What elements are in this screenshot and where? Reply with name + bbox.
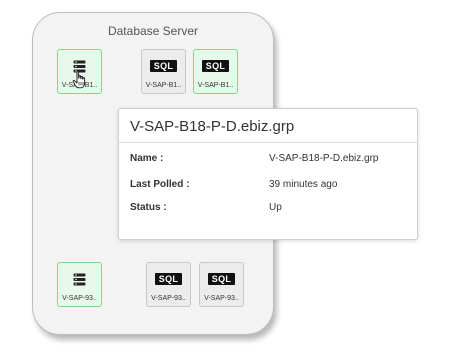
- server-node[interactable]: V-SAP-93..: [57, 262, 102, 307]
- tooltip-divider: [119, 142, 417, 143]
- name-value: V-SAP-B18-P-D.ebiz.grp: [269, 153, 379, 164]
- node-label: V-SAP-93..: [62, 295, 97, 302]
- node-label: V-SAP-B1..: [145, 82, 182, 89]
- node-tooltip: V-SAP-B18-P-D.ebiz.grp Name : V-SAP-B18-…: [118, 108, 418, 240]
- last-polled-key: Last Polled :: [130, 179, 190, 190]
- sql-node[interactable]: SQL V-SAP-93..: [146, 262, 191, 307]
- status-value: Up: [269, 202, 282, 213]
- tooltip-row-name: Name : V-SAP-B18-P-D.ebiz.grp: [130, 153, 407, 167]
- tooltip-row-last-polled: Last Polled : 39 minutes ago: [130, 179, 407, 193]
- sql-node[interactable]: SQL V-SAP-B1..: [141, 49, 186, 94]
- sql-node[interactable]: SQL V-SAP-93..: [199, 262, 244, 307]
- tooltip-title: V-SAP-B18-P-D.ebiz.grp: [130, 118, 295, 135]
- server-stack-icon: [73, 273, 86, 286]
- sql-icon: SQL: [154, 273, 183, 285]
- node-label: V-SAP-93..: [204, 295, 239, 302]
- server-node[interactable]: V-SAP-B1..: [57, 49, 102, 94]
- node-label: V-SAP-B1..: [197, 82, 234, 89]
- status-key: Status :: [130, 202, 167, 213]
- sql-icon: SQL: [207, 273, 236, 285]
- sql-node[interactable]: SQL V-SAP-B1..: [193, 49, 238, 94]
- sql-icon: SQL: [201, 60, 230, 72]
- tooltip-row-status: Status : Up: [130, 202, 407, 216]
- node-label: V-SAP-93..: [151, 295, 186, 302]
- last-polled-value: 39 minutes ago: [269, 179, 338, 190]
- hand-pointer-icon: [72, 70, 86, 89]
- group-title: Database Server: [107, 24, 199, 38]
- name-key: Name :: [130, 153, 164, 164]
- sql-icon: SQL: [149, 60, 178, 72]
